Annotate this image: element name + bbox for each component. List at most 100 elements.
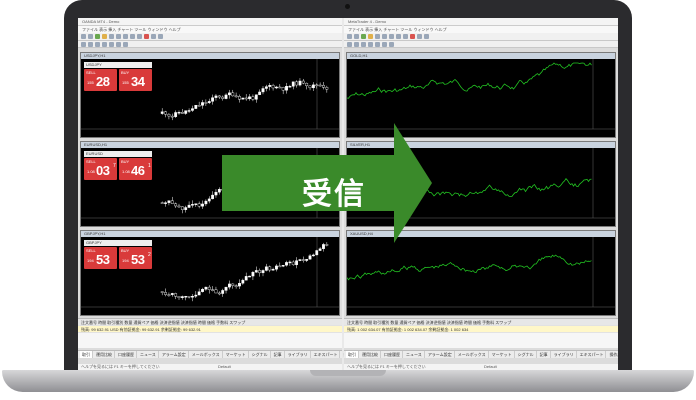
buy-button[interactable]: BUY 194 53 2 [119, 247, 152, 269]
tab-7[interactable]: シグナル [250, 351, 271, 358]
sell-price-sup: 7 [113, 163, 116, 169]
period-icon[interactable] [151, 34, 156, 39]
bar-chart-icon[interactable] [389, 34, 394, 39]
zoom-out-icon[interactable] [116, 34, 121, 39]
tab-5[interactable]: メールボックス [190, 351, 223, 358]
crosshair-icon[interactable] [88, 41, 93, 47]
tab-8[interactable]: 記事 [538, 351, 551, 358]
cursor-icon[interactable] [81, 41, 86, 47]
cursor-icon[interactable] [347, 41, 352, 47]
candle-body [207, 286, 211, 290]
tab-5[interactable]: メールボックス [456, 351, 489, 358]
profile-icon[interactable] [354, 34, 359, 39]
tab-6[interactable]: マーケット [224, 351, 249, 358]
vertical-line-icon[interactable] [361, 41, 366, 47]
indicator-icon[interactable] [144, 34, 149, 39]
candle-body [194, 105, 198, 109]
profile-icon[interactable] [88, 34, 93, 39]
horizontal-line-icon[interactable] [102, 41, 107, 47]
candle-body [201, 102, 204, 106]
candle-body [214, 95, 218, 98]
tab-0[interactable]: 取引 [346, 351, 359, 358]
price-line [347, 254, 592, 281]
buy-button[interactable]: BUY 1.08 46 1 [119, 158, 152, 180]
sell-button[interactable]: SELL 194 53 [84, 247, 117, 269]
zoom-in-icon[interactable] [375, 34, 380, 39]
vertical-line-icon[interactable] [95, 41, 100, 47]
autotrade-icon[interactable] [368, 34, 373, 39]
fibonacci-icon[interactable] [382, 41, 387, 47]
candle-body [238, 283, 241, 287]
trendline-icon[interactable] [375, 41, 380, 47]
price-line [347, 62, 592, 99]
candle-body [217, 189, 221, 193]
line-chart-icon[interactable] [403, 34, 408, 39]
zoom-in-icon[interactable] [109, 34, 114, 39]
candle-body [318, 248, 322, 251]
tab-4[interactable]: アラーム設定 [160, 351, 189, 358]
sell-button[interactable]: SELL 1.08 03 7 [84, 158, 117, 180]
indicator-icon[interactable] [410, 34, 415, 39]
template-icon[interactable] [158, 34, 163, 39]
text-icon[interactable] [389, 41, 394, 47]
candle-chart-icon[interactable] [396, 34, 401, 39]
line-chart[interactable] [347, 237, 615, 315]
tab-9[interactable]: ライブラリ [552, 351, 577, 358]
buy-button[interactable]: BUY 155 34 [119, 69, 152, 91]
trendline-icon[interactable] [109, 41, 114, 47]
terminal-panel: 注文番号 時間 取引種別 数量 通貨ペア 価格 決済逆指値 決済指値 時間 価格… [344, 318, 618, 348]
sell-label: SELL [86, 159, 96, 164]
new-order-icon[interactable] [361, 34, 366, 39]
tab-2[interactable]: 口座履歴 [382, 351, 403, 358]
laptop: OANDA MT4 - Demo ファイル 表示 挿入 チャート ツール ウィン… [0, 0, 696, 400]
tab-10[interactable]: エキスパート [578, 351, 607, 358]
tab-6[interactable]: マーケット [490, 351, 515, 358]
template-icon[interactable] [424, 34, 429, 39]
status-help-text: ヘルプを見るには F1 キーを押してください [347, 364, 426, 369]
candle-body [177, 296, 181, 298]
candle-body [191, 108, 194, 111]
tab-10[interactable]: エキスパート [312, 351, 341, 358]
tab-0[interactable]: 取引 [80, 351, 93, 358]
sell-label: SELL [86, 70, 96, 75]
candle-body [322, 244, 325, 249]
candle-body [174, 112, 178, 117]
candle-body [191, 296, 194, 298]
sell-button[interactable]: SELL 155 28 [84, 69, 117, 91]
candle-body [231, 92, 235, 97]
candle-body [301, 80, 305, 84]
horizontal-line-icon[interactable] [368, 41, 373, 47]
tab-3[interactable]: ニュース [138, 351, 159, 358]
tab-4[interactable]: アラーム設定 [426, 351, 455, 358]
candle-body [207, 101, 211, 104]
menu-bar[interactable]: ファイル 表示 挿入 チャート ツール ウィンドウ ヘルプ [344, 26, 618, 33]
tab-3[interactable]: ニュース [404, 351, 425, 358]
autotrade-icon[interactable] [102, 34, 107, 39]
candle-body [318, 84, 322, 87]
tab-8[interactable]: 記事 [272, 351, 285, 358]
zoom-out-icon[interactable] [382, 34, 387, 39]
new-order-icon[interactable] [95, 34, 100, 39]
tab-7[interactable]: シグナル [516, 351, 537, 358]
candle-body [211, 97, 214, 102]
new-chart-icon[interactable] [347, 34, 352, 39]
candle-body [305, 258, 309, 261]
fibonacci-icon[interactable] [116, 41, 121, 47]
crosshair-icon[interactable] [354, 41, 359, 47]
candle-body [221, 96, 225, 99]
candle-body [197, 105, 201, 107]
tab-2[interactable]: 口座履歴 [116, 351, 137, 358]
tab-1[interactable]: 運用比較 [94, 351, 115, 358]
new-chart-icon[interactable] [81, 34, 86, 39]
tab-11[interactable]: 操作履歴 [607, 351, 618, 358]
candle-body [211, 289, 214, 291]
candle-body [194, 203, 198, 205]
tab-1[interactable]: 運用比較 [360, 351, 381, 358]
menu-bar[interactable]: ファイル 表示 挿入 チャート ツール ウィンドウ ヘルプ [78, 26, 342, 33]
candle-chart-icon[interactable] [130, 34, 135, 39]
tab-9[interactable]: ライブラリ [286, 351, 311, 358]
text-icon[interactable] [123, 41, 128, 47]
line-chart-icon[interactable] [137, 34, 142, 39]
period-icon[interactable] [417, 34, 422, 39]
bar-chart-icon[interactable] [123, 34, 128, 39]
